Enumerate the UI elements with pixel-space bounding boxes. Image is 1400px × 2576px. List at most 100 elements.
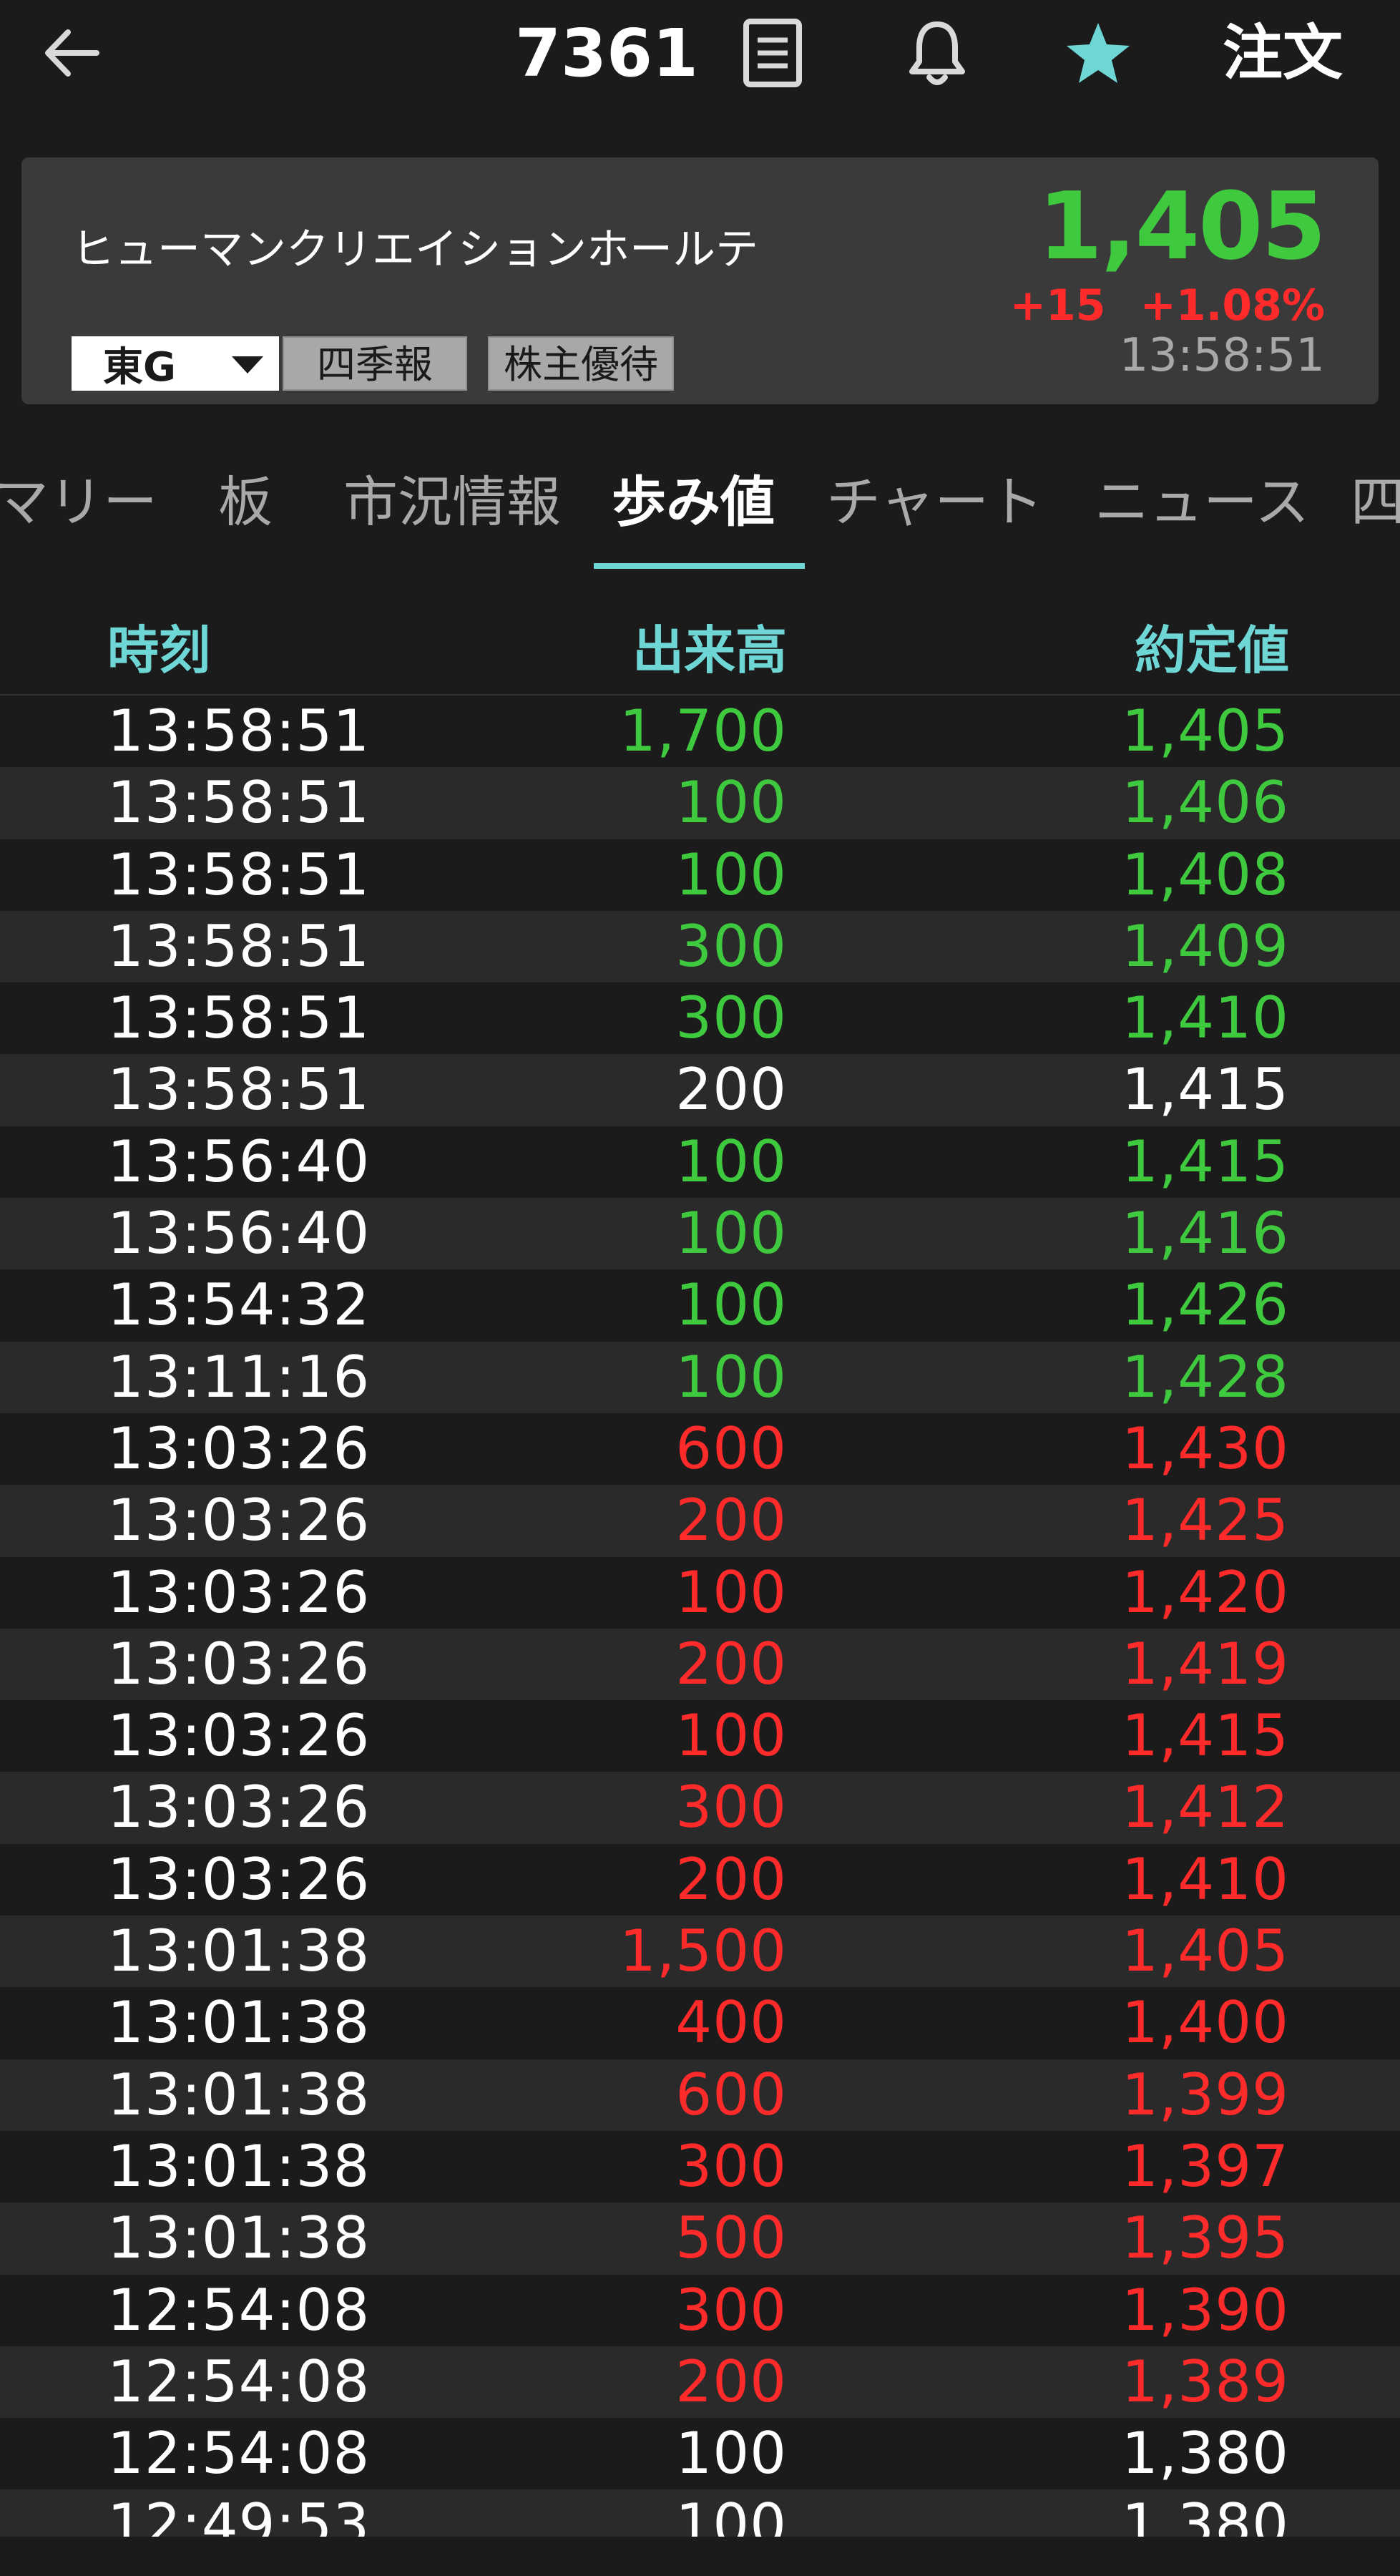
trade-price: 1,406 bbox=[1121, 769, 1289, 836]
table-row: 13:03:26 100 1,415 bbox=[0, 1700, 1400, 1772]
table-row: 13:01:38 300 1,397 bbox=[0, 2130, 1400, 2203]
table-row: 13:58:51 100 1,408 bbox=[0, 839, 1400, 911]
trade-price: 1,408 bbox=[1121, 841, 1289, 908]
trade-price: 1,405 bbox=[1121, 1918, 1289, 1985]
table-row: 13:58:51 200 1,415 bbox=[0, 1054, 1400, 1126]
tab-bar: マリー 板 市況情報 歩み値 チャート ニュース 四 bbox=[0, 444, 1400, 572]
market-select[interactable]: 東G bbox=[72, 336, 279, 391]
tab-time-and-sales[interactable]: 歩み値 bbox=[612, 458, 775, 537]
trade-volume: 100 bbox=[675, 2420, 787, 2487]
trade-list[interactable]: 13:58:51 1,700 1,405 13:58:51 100 1,406 13:58:… bbox=[0, 696, 1400, 2562]
table-row: 12:54:08 200 1,389 bbox=[0, 2346, 1400, 2419]
table-row: 13:58:51 1,700 1,405 bbox=[0, 696, 1400, 768]
trade-time: 13:58:51 bbox=[107, 698, 371, 764]
trade-time: 13:58:51 bbox=[107, 985, 371, 1052]
table-row: 13:03:26 200 1,419 bbox=[0, 1628, 1400, 1701]
alert-button[interactable] bbox=[894, 10, 980, 96]
stock-name: ヒューマンクリエイションホールテ bbox=[72, 225, 758, 275]
trade-volume: 200 bbox=[675, 1056, 787, 1123]
header-volume: 出来高 bbox=[632, 620, 787, 680]
trade-volume: 600 bbox=[675, 2061, 787, 2128]
trade-price: 1,399 bbox=[1121, 2061, 1289, 2128]
market-label: 東G bbox=[103, 343, 176, 391]
trade-price: 1,420 bbox=[1121, 1558, 1289, 1626]
trade-time: 13:58:51 bbox=[107, 1056, 371, 1123]
trade-time: 13:03:26 bbox=[107, 1487, 371, 1554]
memo-icon bbox=[743, 19, 802, 87]
trade-time: 13:03:26 bbox=[107, 1702, 371, 1770]
trade-price: 1,397 bbox=[1121, 2132, 1289, 2200]
price-time: 13:58:51 bbox=[1119, 329, 1325, 382]
trade-volume: 100 bbox=[675, 841, 787, 908]
price-change: +15 +1.08% bbox=[1010, 280, 1325, 331]
trade-volume: 100 bbox=[675, 1200, 787, 1267]
trade-time: 13:03:26 bbox=[107, 1415, 371, 1482]
trade-time: 13:03:26 bbox=[107, 1558, 371, 1626]
trade-time: 13:03:26 bbox=[107, 1630, 371, 1697]
table-row: 13:56:40 100 1,415 bbox=[0, 1126, 1400, 1199]
stock-info-card: ヒューマンクリエイションホールテ 1,405 +15 +1.08% 13:58:5… bbox=[21, 157, 1379, 404]
table-row: 13:03:26 200 1,425 bbox=[0, 1485, 1400, 1557]
trade-volume: 300 bbox=[675, 2132, 787, 2200]
table-row: 12:54:08 100 1,380 bbox=[0, 2418, 1400, 2490]
trade-volume: 500 bbox=[675, 2205, 787, 2272]
bell-icon bbox=[909, 21, 965, 85]
bottom-navigation bbox=[0, 2537, 1400, 2576]
table-row: 13:56:40 100 1,416 bbox=[0, 1198, 1400, 1270]
trade-price: 1,410 bbox=[1121, 1845, 1289, 1913]
trade-price: 1,425 bbox=[1121, 1487, 1289, 1554]
trade-price: 1,409 bbox=[1121, 912, 1289, 980]
memo-button[interactable] bbox=[730, 10, 816, 96]
trade-time: 12:54:08 bbox=[107, 2276, 371, 2343]
back-button[interactable] bbox=[29, 10, 114, 96]
trade-time: 13:11:16 bbox=[107, 1343, 371, 1410]
trade-time: 13:01:38 bbox=[107, 1989, 371, 2057]
trade-volume: 1,500 bbox=[619, 1918, 787, 1985]
shikiho-button[interactable]: 四季報 bbox=[283, 336, 467, 391]
trade-price: 1,390 bbox=[1121, 2276, 1289, 2343]
change-value: +15 bbox=[1009, 280, 1106, 331]
trade-time: 13:01:38 bbox=[107, 2132, 371, 2200]
table-row: 13:03:26 300 1,412 bbox=[0, 1772, 1400, 1844]
table-row: 13:03:26 600 1,430 bbox=[0, 1413, 1400, 1485]
favorite-button[interactable] bbox=[1055, 10, 1141, 96]
shareholder-benefit-button[interactable]: 株主優待 bbox=[488, 336, 674, 391]
trade-volume: 1,700 bbox=[619, 698, 787, 764]
trade-volume: 300 bbox=[675, 985, 787, 1052]
tab-market-info[interactable]: 市況情報 bbox=[343, 458, 561, 537]
tab-shikiho[interactable]: 四 bbox=[1351, 458, 1400, 537]
tab-summary[interactable]: マリー bbox=[0, 458, 157, 537]
trade-time: 13:54:32 bbox=[107, 1272, 371, 1339]
trade-volume: 300 bbox=[675, 912, 787, 980]
order-button[interactable]: 注文 bbox=[1223, 10, 1343, 96]
stock-code: 7361 bbox=[515, 15, 699, 92]
trade-price: 1,419 bbox=[1121, 1630, 1289, 1697]
header-price: 約定値 bbox=[1134, 620, 1289, 680]
trade-time: 13:58:51 bbox=[107, 769, 371, 836]
header-time: 時刻 bbox=[107, 620, 211, 680]
trade-volume: 100 bbox=[675, 1128, 787, 1195]
trade-price: 1,416 bbox=[1121, 1200, 1289, 1267]
table-row: 13:01:38 1,500 1,405 bbox=[0, 1916, 1400, 1988]
trade-price: 1,415 bbox=[1121, 1128, 1289, 1195]
trade-volume: 200 bbox=[675, 2348, 787, 2415]
trade-volume: 100 bbox=[675, 1272, 787, 1339]
trade-price: 1,428 bbox=[1121, 1343, 1289, 1410]
trade-price: 1,389 bbox=[1121, 2348, 1289, 2415]
table-row: 13:58:51 300 1,410 bbox=[0, 982, 1400, 1055]
trade-time: 13:03:26 bbox=[107, 1774, 371, 1841]
trade-price: 1,415 bbox=[1121, 1056, 1289, 1123]
table-row: 13:03:26 100 1,420 bbox=[0, 1556, 1400, 1629]
tab-news[interactable]: ニュース bbox=[1095, 458, 1309, 537]
trade-time: 13:01:38 bbox=[107, 2061, 371, 2128]
table-row: 13:58:51 100 1,406 bbox=[0, 767, 1400, 839]
tab-chart[interactable]: チャート bbox=[826, 458, 1043, 537]
star-icon bbox=[1067, 23, 1130, 83]
current-price: 1,405 bbox=[1037, 172, 1326, 280]
trade-time: 13:56:40 bbox=[107, 1128, 371, 1195]
trade-volume: 300 bbox=[675, 1774, 787, 1841]
table-row: 13:01:38 400 1,400 bbox=[0, 1987, 1400, 2059]
trade-time: 13:03:26 bbox=[107, 1845, 371, 1913]
tab-board[interactable]: 板 bbox=[218, 458, 273, 537]
table-header: 時刻 出来高 約定値 bbox=[0, 587, 1400, 696]
